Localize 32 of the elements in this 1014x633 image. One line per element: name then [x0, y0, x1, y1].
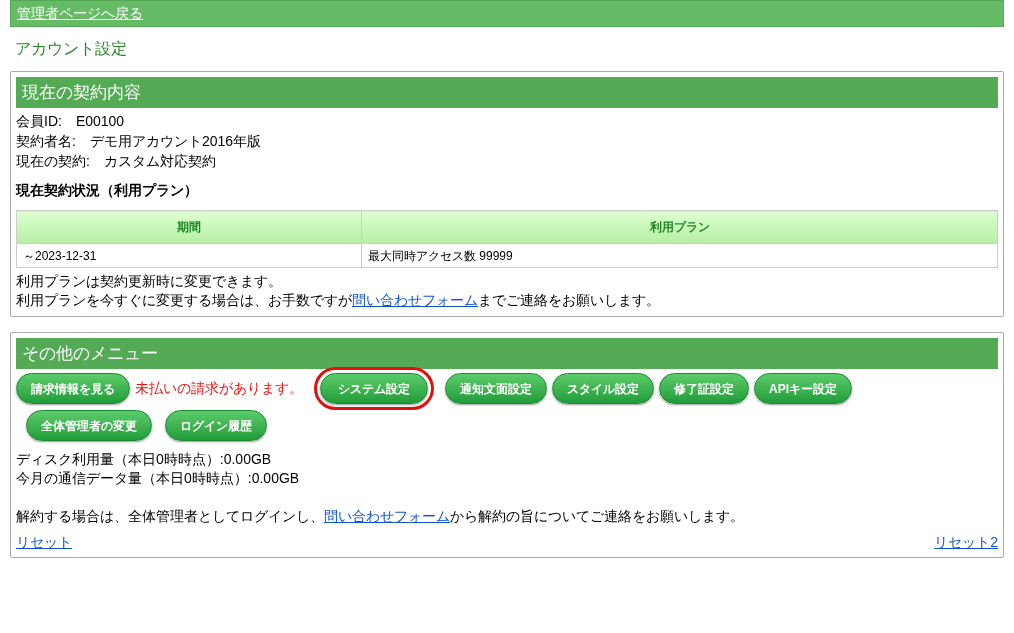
contact-link[interactable]: 問い合わせフォーム [352, 292, 478, 308]
menu-button[interactable]: 通知文面設定 [445, 373, 547, 404]
column-header: 期間 [16, 210, 362, 244]
reset2-link[interactable]: リセット2 [934, 532, 998, 553]
menu-button[interactable]: スタイル設定 [552, 373, 654, 404]
unpaid-warning: 未払いの請求があります。 [135, 379, 303, 398]
field-value: カスタム対応契約 [103, 152, 216, 171]
usage-text: ディスク利用量（本日0時時点）:0.00GB [16, 450, 273, 469]
usage-text: 今月の通信データ量（本日0時時点）:0.00GB [16, 469, 301, 488]
notice-text: 解約する場合は、全体管理者としてログインし、問い合わせフォームから解約の旨についてご連絡をお願いします。 [16, 507, 745, 526]
reset-link[interactable]: リセット [16, 532, 72, 553]
field-label: 契約者名: [16, 132, 76, 151]
menu-button[interactable]: 請求情報を見る [16, 373, 130, 404]
field-label: 会員ID: [16, 112, 62, 131]
field-label: 現在の契約: [16, 152, 90, 171]
field-value: デモ用アカウント2016年版 [89, 132, 262, 151]
menu-button[interactable]: APIキー設定 [754, 373, 852, 404]
notice-text: 利用プランは契約更新時に変更できます。 [16, 272, 283, 291]
table-cell: 最大同時アクセス数 99999 [361, 243, 998, 268]
notice-text: 利用プランを今すぐに変更する場合は、お手数ですが問い合わせフォーム までご連絡をお願いします。 [16, 291, 661, 310]
menu-button[interactable]: ログイン履歴 [165, 410, 267, 441]
table-cell: ～2023-12-31 [16, 243, 362, 268]
section-heading: 現在の契約内容 [16, 77, 998, 108]
menu-button[interactable]: 修了証設定 [659, 373, 749, 404]
menu-button[interactable]: 全体管理者の変更 [26, 410, 152, 441]
page-title: アカウント設定 [15, 39, 128, 59]
back-link[interactable]: 管理者ページへ戻る [17, 3, 143, 24]
field-value: E00100 [75, 112, 125, 131]
contact-link[interactable]: 問い合わせフォーム [324, 508, 450, 524]
status-heading: 現在契約状況（利用プラン） [16, 181, 199, 200]
column-header: 利用プラン [361, 210, 998, 244]
section-heading: その他のメニュー [16, 338, 998, 369]
